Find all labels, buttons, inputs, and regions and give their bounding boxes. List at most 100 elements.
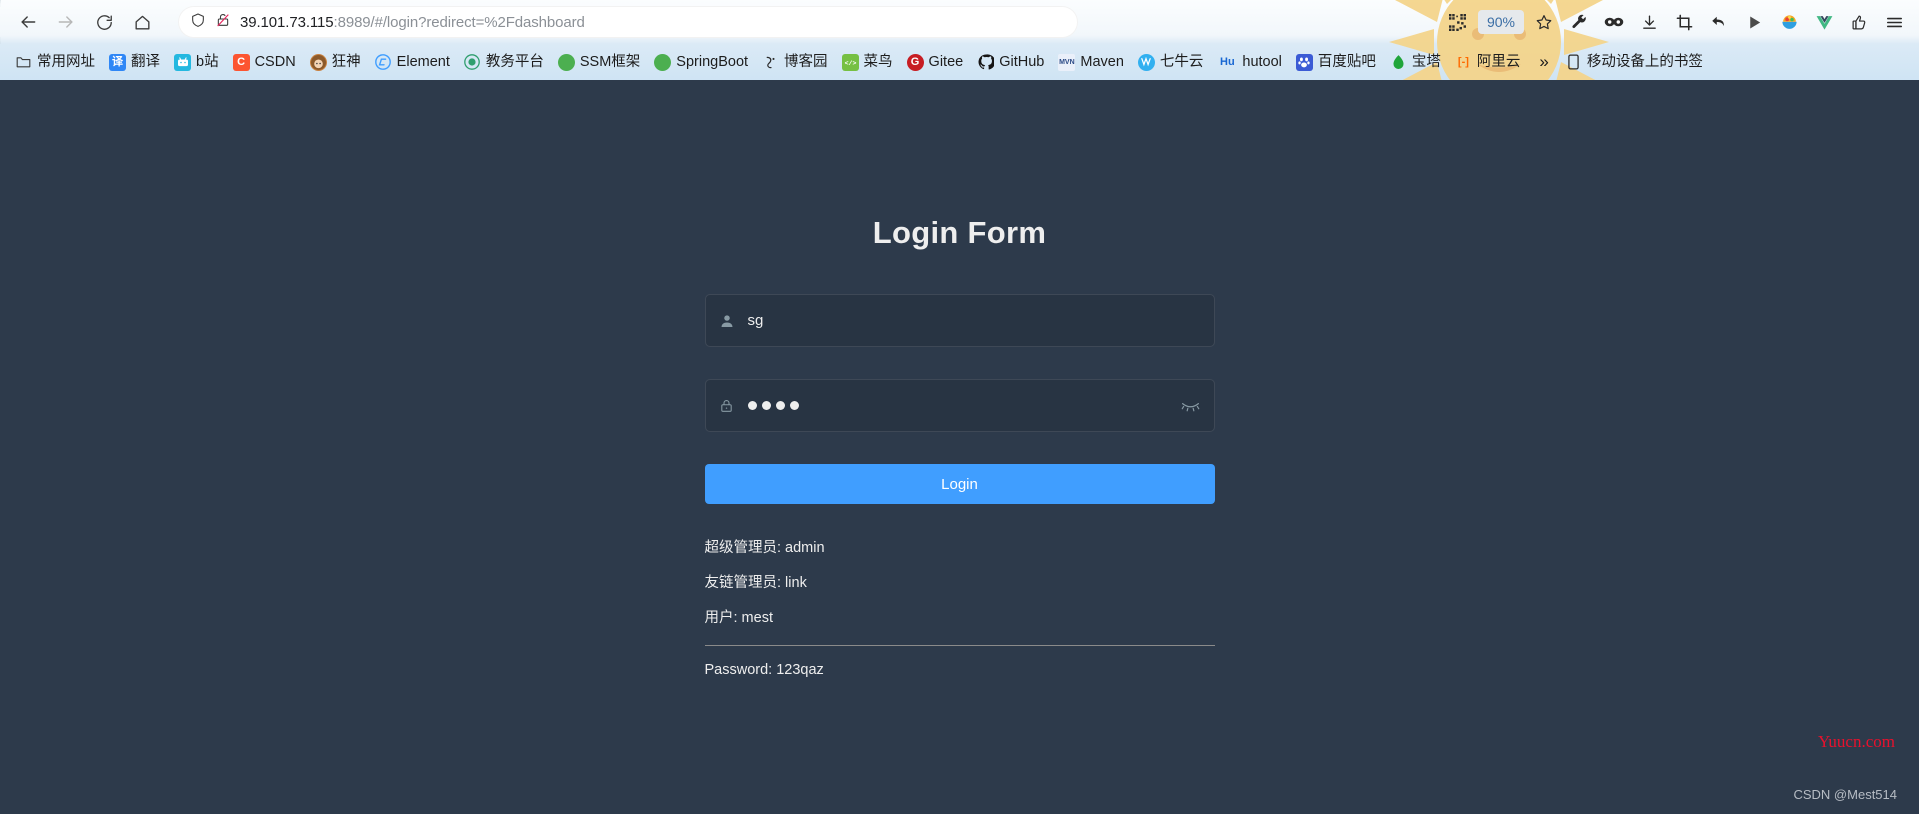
bookmark-item[interactable]: G Gitee bbox=[900, 50, 971, 75]
bookmark-label: b站 bbox=[196, 53, 219, 70]
tip-link-admin: 友链管理员: link bbox=[704, 575, 807, 592]
tips-divider bbox=[704, 645, 1215, 647]
bt-panel-icon bbox=[1390, 54, 1407, 71]
password-field[interactable] bbox=[704, 379, 1215, 432]
folder-icon bbox=[15, 54, 32, 71]
csdn-icon: C bbox=[232, 53, 250, 71]
bookmark-item[interactable]: Element bbox=[368, 50, 457, 75]
bookmark-item[interactable]: [-] 阿里云 bbox=[1448, 50, 1528, 75]
element-ui-icon bbox=[375, 54, 392, 71]
bookmark-label: 七牛云 bbox=[1159, 53, 1204, 70]
bookmark-item[interactable]: 常用网址 bbox=[8, 50, 102, 75]
qr-code-icon[interactable] bbox=[1441, 7, 1475, 37]
bookmark-label: Maven bbox=[1080, 53, 1124, 70]
wrench-icon[interactable] bbox=[1562, 7, 1596, 37]
translate-icon: 译 bbox=[109, 53, 126, 71]
bookmark-label: 常用网址 bbox=[37, 53, 95, 70]
url-host: 39.101.73.115 bbox=[240, 13, 334, 31]
bookmark-item[interactable]: C CSDN bbox=[226, 50, 303, 75]
springboot-icon bbox=[654, 53, 672, 71]
bookmark-item[interactable]: 译 翻译 bbox=[102, 50, 167, 75]
crop-icon[interactable] bbox=[1667, 7, 1701, 37]
toolbar-right-group: 90% bbox=[1441, 0, 1911, 44]
thumbs-up-icon[interactable] bbox=[1842, 7, 1876, 37]
bookmark-item[interactable]: 狂神 bbox=[303, 50, 368, 75]
forward-button[interactable] bbox=[48, 6, 84, 38]
password-masked-value[interactable] bbox=[747, 380, 1173, 431]
cnblogs-icon bbox=[762, 54, 779, 71]
bookmark-item[interactable]: 百度贴吧 bbox=[1289, 50, 1383, 75]
back-button[interactable] bbox=[10, 6, 46, 38]
bookmark-item[interactable]: 宝塔 bbox=[1383, 50, 1448, 75]
undo-icon[interactable] bbox=[1702, 7, 1736, 37]
username-input[interactable] bbox=[747, 295, 1209, 346]
zoom-level-badge[interactable]: 90% bbox=[1477, 10, 1524, 34]
qiniu-icon bbox=[1137, 53, 1155, 71]
mobile-bookmarks-item[interactable]: 移动设备上的书签 bbox=[1559, 50, 1709, 75]
hutool-icon: Hu bbox=[1220, 55, 1235, 68]
github-icon bbox=[977, 54, 994, 71]
bookmark-item[interactable]: SpringBoot bbox=[647, 50, 755, 75]
password-dot bbox=[775, 401, 785, 410]
bookmark-label: 博客园 bbox=[784, 53, 828, 70]
bookmark-label: 阿里云 bbox=[1476, 53, 1521, 70]
author-watermark: CSDN @Mest514 bbox=[1793, 787, 1897, 802]
bookmark-item[interactable]: GitHub bbox=[970, 50, 1051, 75]
bookmark-label: 菜鸟 bbox=[863, 53, 893, 70]
bookmark-item[interactable]: 教务平台 bbox=[457, 50, 551, 75]
eye-closed-icon[interactable] bbox=[1173, 399, 1209, 413]
bookmark-star-icon[interactable] bbox=[1527, 7, 1561, 37]
password-dot bbox=[789, 401, 799, 410]
url-text: 39.101.73.115:8989/#/login?redirect=%2Fd… bbox=[240, 14, 585, 31]
no-lock-icon[interactable] bbox=[215, 12, 231, 33]
kuangshen-icon bbox=[309, 53, 327, 71]
lock-icon bbox=[706, 398, 748, 414]
bookmark-label: 宝塔 bbox=[1411, 53, 1441, 70]
bookmark-label: Element bbox=[396, 53, 450, 70]
bookmark-label: Gitee bbox=[928, 53, 964, 70]
user-icon bbox=[706, 313, 748, 329]
runoob-icon: </> bbox=[841, 53, 859, 71]
aliyun-icon: [-] bbox=[1457, 55, 1469, 68]
phone-icon bbox=[1565, 54, 1582, 71]
bookmark-label: 百度贴吧 bbox=[1317, 53, 1376, 70]
glasses-icon[interactable] bbox=[1597, 7, 1631, 37]
tip-user: 用户: mest bbox=[704, 610, 773, 627]
baidu-tieba-icon bbox=[1295, 53, 1313, 71]
bookmark-label: SpringBoot bbox=[676, 53, 749, 70]
vue-devtools-icon[interactable] bbox=[1807, 7, 1841, 37]
login-container: Login Form sg Login 超级管理员: admin 友链管理员: … bbox=[704, 80, 1215, 681]
home-button[interactable] bbox=[124, 6, 160, 38]
login-page: Login Form sg Login 超级管理员: admin 友链管理员: … bbox=[0, 80, 1919, 814]
bookmark-item[interactable]: SSM框架 bbox=[551, 50, 647, 75]
bookmark-item[interactable]: b站 bbox=[167, 50, 226, 75]
login-button[interactable]: Login bbox=[704, 464, 1215, 504]
shield-icon bbox=[190, 12, 206, 33]
bookmarks-bar: 常用网址 译 翻译 b站 C CSDN 狂神 Element 教务平台 SSM框… bbox=[0, 44, 1919, 80]
reload-button[interactable] bbox=[86, 6, 122, 38]
palette-bowl-icon[interactable] bbox=[1772, 7, 1806, 37]
menu-icon[interactable] bbox=[1877, 7, 1911, 37]
bookmark-item[interactable]: </> 菜鸟 bbox=[835, 50, 900, 75]
address-bar[interactable]: 39.101.73.115:8989/#/login?redirect=%2Fd… bbox=[178, 6, 1078, 38]
play-icon[interactable] bbox=[1737, 7, 1771, 37]
browser-toolbar: 39.101.73.115:8989/#/login?redirect=%2Fd… bbox=[0, 0, 1919, 44]
bookmark-item[interactable]: 七牛云 bbox=[1131, 50, 1211, 75]
bookmark-label: 教务平台 bbox=[485, 53, 544, 70]
bookmark-item[interactable]: MVN Maven bbox=[1051, 50, 1131, 75]
bookmark-item[interactable]: 博客园 bbox=[755, 50, 835, 75]
password-dot bbox=[747, 401, 757, 410]
bookmark-label: CSDN bbox=[254, 53, 296, 70]
password-dot bbox=[761, 401, 771, 410]
tip-super-admin: 超级管理员: admin bbox=[704, 540, 825, 556]
bookmark-item[interactable]: Hu hutool bbox=[1210, 50, 1289, 75]
jiaowu-icon bbox=[464, 54, 481, 71]
svg-text:</>: </> bbox=[844, 60, 856, 67]
download-icon[interactable] bbox=[1632, 7, 1666, 37]
maven-icon: MVN bbox=[1058, 53, 1076, 71]
bilibili-icon bbox=[174, 53, 191, 71]
username-field[interactable] bbox=[704, 294, 1215, 347]
gitee-icon: G bbox=[906, 53, 924, 71]
url-path: :8989/#/login?redirect=%2Fdashboard bbox=[333, 13, 585, 31]
bookmarks-overflow-button[interactable]: » bbox=[1531, 50, 1556, 74]
